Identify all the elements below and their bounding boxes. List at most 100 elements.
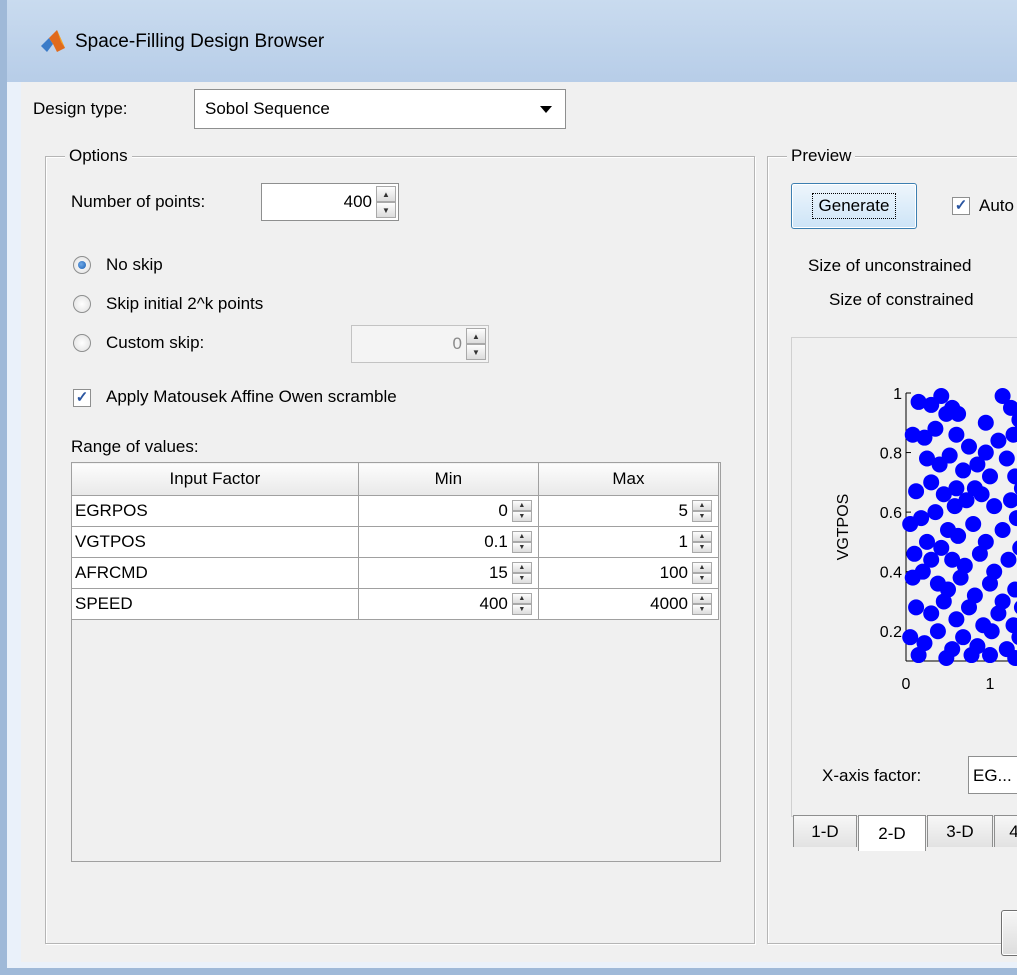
chevron-down-icon	[540, 106, 552, 113]
no-skip-radio[interactable]	[73, 256, 91, 274]
spin-up-icon[interactable]: ▲	[511, 562, 532, 573]
data-point	[938, 650, 955, 667]
spin-down-icon[interactable]: ▼	[511, 573, 532, 584]
custom-skip-label: Custom skip:	[106, 333, 205, 352]
max-value: 5	[678, 501, 688, 520]
range-table: Input Factor Min Max EGRPOS 0 ▲ ▼ 5 ▲ ▼ VGTP…	[71, 462, 720, 620]
x-axis-factor-dropdown[interactable]: EG...	[968, 756, 1017, 794]
max-cell[interactable]: 1 ▲ ▼	[537, 526, 720, 558]
header-input-factor[interactable]: Input Factor	[71, 462, 359, 496]
scramble-label: Apply Matousek Affine Owen scramble	[106, 387, 397, 406]
data-point	[994, 521, 1011, 538]
spin-up-icon[interactable]: ▲	[511, 500, 532, 511]
min-cell[interactable]: 0 ▲ ▼	[357, 495, 539, 527]
factor-cell[interactable]: VGTPOS	[71, 526, 359, 558]
design-type-label: Design type:	[33, 99, 128, 118]
factor-cell[interactable]: SPEED	[71, 588, 359, 620]
generate-button-label: Generate	[811, 193, 897, 219]
constrained-size-label: Size of constrained	[829, 290, 974, 309]
tab-4d[interactable]: 4	[994, 815, 1017, 847]
spin-down-icon[interactable]: ▼	[511, 511, 532, 522]
num-points-stepper[interactable]: 400 ▲ ▼	[261, 183, 399, 221]
scatter-plot[interactable]: 0.2 0.4 0.6 0.8 1 0 1 VGTPOS	[792, 338, 1017, 738]
spin-down-icon[interactable]: ▼	[692, 542, 712, 553]
data-point	[955, 462, 972, 479]
x-tick-label: 0	[902, 676, 911, 693]
custom-skip-stepper[interactable]: 0 ▲ ▼	[351, 325, 489, 363]
data-point	[908, 599, 925, 616]
data-point	[966, 480, 983, 497]
spin-up-icon[interactable]: ▲	[376, 186, 396, 202]
tab-1d-label: 1-D	[811, 821, 839, 841]
header-max[interactable]: Max	[537, 462, 720, 496]
min-cell[interactable]: 15 ▲ ▼	[357, 557, 539, 589]
spin-down-icon[interactable]: ▼	[511, 542, 532, 553]
spin-up-icon[interactable]: ▲	[466, 328, 486, 344]
min-value: 400	[479, 594, 508, 613]
factor-cell[interactable]: EGRPOS	[71, 495, 359, 527]
table-row: SPEED 400 ▲ ▼ 4000 ▲ ▼	[71, 588, 720, 620]
data-point	[913, 510, 930, 527]
y-tick-label: 1	[893, 386, 902, 403]
spin-down-icon[interactable]: ▼	[692, 573, 712, 584]
data-point	[919, 533, 935, 550]
data-point	[950, 527, 967, 544]
x-axis-factor-label: X-axis factor:	[822, 766, 922, 785]
spin-up-icon[interactable]: ▲	[692, 593, 712, 604]
data-point	[971, 545, 988, 562]
matlab-logo-icon	[41, 30, 65, 52]
data-point	[982, 575, 998, 592]
max-cell[interactable]: 5 ▲ ▼	[537, 495, 720, 527]
table-row: EGRPOS 0 ▲ ▼ 5 ▲ ▼	[71, 495, 720, 527]
data-point	[908, 483, 925, 500]
skip-initial-radio[interactable]	[73, 295, 91, 313]
data-point	[982, 647, 998, 664]
max-cell[interactable]: 100 ▲ ▼	[537, 557, 720, 589]
header-min[interactable]: Min	[357, 462, 539, 496]
spin-up-icon[interactable]: ▲	[511, 593, 532, 604]
title-bar[interactable]: Space-Filling Design Browser	[7, 0, 1017, 82]
spin-down-icon[interactable]: ▼	[376, 202, 396, 218]
options-group-title: Options	[65, 146, 132, 166]
auto-label: Auto	[979, 196, 1014, 215]
tab-1d[interactable]: 1-D	[793, 815, 857, 847]
data-point	[955, 629, 972, 646]
auto-checkbox[interactable]: ✓	[952, 197, 970, 215]
y-tick-label: 0.8	[880, 446, 902, 463]
data-point	[963, 647, 980, 664]
custom-skip-radio[interactable]	[73, 334, 91, 352]
tab-4d-label: 4	[1009, 822, 1017, 842]
ok-button[interactable]	[1001, 910, 1017, 956]
skip-initial-label: Skip initial 2^k points	[106, 294, 264, 313]
generate-button[interactable]: Generate	[791, 183, 917, 229]
tab-3d[interactable]: 3-D	[927, 815, 993, 847]
min-cell[interactable]: 400 ▲ ▼	[357, 588, 539, 620]
spin-up-icon[interactable]: ▲	[511, 531, 532, 542]
data-point	[948, 611, 965, 628]
data-point	[1003, 492, 1017, 509]
factor-cell[interactable]: AFRCMD	[71, 557, 359, 589]
x-axis-factor-value: EG...	[973, 766, 1012, 785]
spin-down-icon[interactable]: ▼	[511, 604, 532, 615]
data-point	[977, 414, 994, 431]
spin-down-icon[interactable]: ▼	[466, 344, 486, 360]
tab-3d-label: 3-D	[946, 821, 974, 841]
spin-down-icon[interactable]: ▼	[692, 604, 712, 615]
design-type-dropdown[interactable]: Sobol Sequence	[194, 89, 566, 129]
y-tick-label: 0.2	[880, 624, 902, 641]
data-point	[998, 450, 1015, 467]
data-point	[923, 551, 940, 568]
preview-group-title: Preview	[787, 146, 856, 166]
spin-up-icon[interactable]: ▲	[692, 500, 712, 511]
data-point	[906, 545, 923, 562]
spin-up-icon[interactable]: ▲	[692, 562, 712, 573]
tab-2d[interactable]: 2-D	[858, 815, 926, 851]
min-cell[interactable]: 0.1 ▲ ▼	[357, 526, 539, 558]
max-cell[interactable]: 4000 ▲ ▼	[537, 588, 720, 620]
scramble-checkbox[interactable]: ✓	[73, 389, 91, 407]
table-header-row: Input Factor Min Max	[71, 462, 720, 496]
spin-down-icon[interactable]: ▼	[692, 511, 712, 522]
data-point	[946, 498, 963, 515]
spin-up-icon[interactable]: ▲	[692, 531, 712, 542]
data-point	[969, 456, 986, 473]
